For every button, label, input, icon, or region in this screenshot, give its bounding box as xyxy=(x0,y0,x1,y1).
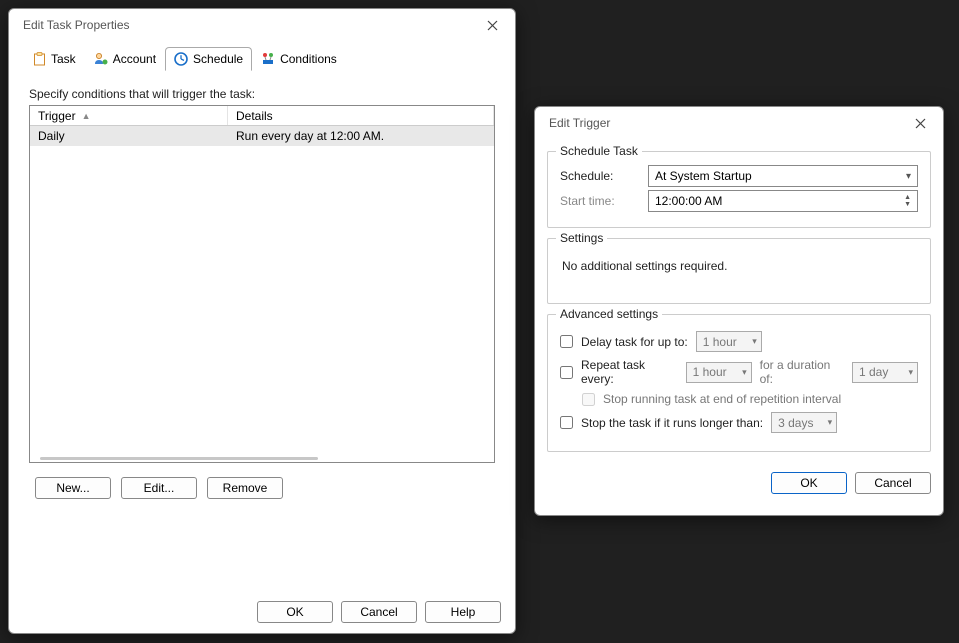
titlebar: Edit Trigger xyxy=(535,107,943,139)
delay-select[interactable]: 1 hour▾ xyxy=(696,331,762,352)
close-button[interactable] xyxy=(905,112,935,134)
window-title: Edit Trigger xyxy=(549,116,610,130)
repeat-checkbox[interactable] xyxy=(560,366,573,379)
column-details[interactable]: Details xyxy=(228,106,494,125)
tab-task-label: Task xyxy=(51,52,76,66)
close-button[interactable] xyxy=(477,14,507,36)
chevron-down-icon: ▾ xyxy=(908,367,913,378)
help-button[interactable]: Help xyxy=(425,601,501,623)
ok-button[interactable]: OK xyxy=(771,472,847,494)
trigger-table[interactable]: Trigger ▲ Details Daily Run every day at… xyxy=(29,105,495,463)
delay-label: Delay task for up to: xyxy=(581,335,688,349)
edit-trigger-window: Edit Trigger Schedule Task Schedule: At … xyxy=(534,106,944,516)
duration-label: for a duration of: xyxy=(760,358,844,386)
close-icon xyxy=(487,20,498,31)
tab-account[interactable]: Account xyxy=(85,47,165,71)
settings-group: Settings No additional settings required… xyxy=(547,238,931,304)
chevron-down-icon: ▾ xyxy=(742,367,747,378)
repeat-label: Repeat task every: xyxy=(581,358,678,386)
tab-schedule-label: Schedule xyxy=(193,52,243,66)
duration-select[interactable]: 1 day▾ xyxy=(852,362,918,383)
tab-conditions-label: Conditions xyxy=(280,52,337,66)
schedule-task-group: Schedule Task Schedule: At System Startu… xyxy=(547,151,931,228)
spinner-icon[interactable]: ▲▼ xyxy=(904,194,911,208)
conditions-icon xyxy=(261,52,275,66)
tab-task[interactable]: Task xyxy=(23,47,85,71)
settings-text: No additional settings required. xyxy=(560,249,918,291)
schedule-task-legend: Schedule Task xyxy=(556,144,642,158)
chevron-down-icon: ▾ xyxy=(828,417,833,428)
start-time-input[interactable]: 12:00:00 AM ▲▼ xyxy=(648,190,918,212)
advanced-legend: Advanced settings xyxy=(556,307,662,321)
tab-schedule[interactable]: Schedule xyxy=(165,47,252,71)
titlebar: Edit Task Properties xyxy=(9,9,515,41)
column-trigger[interactable]: Trigger ▲ xyxy=(30,106,228,125)
edit-task-properties-window: Edit Task Properties Task Account Schedu… xyxy=(8,8,516,634)
start-time-label: Start time: xyxy=(560,194,638,208)
delay-checkbox[interactable] xyxy=(560,335,573,348)
cancel-button[interactable]: Cancel xyxy=(341,601,417,623)
chevron-down-icon: ▾ xyxy=(906,171,911,182)
stop-end-checkbox xyxy=(582,393,595,406)
close-icon xyxy=(915,118,926,129)
tab-conditions[interactable]: Conditions xyxy=(252,47,346,71)
stop-end-label: Stop running task at end of repetition i… xyxy=(603,392,841,406)
cancel-button[interactable]: Cancel xyxy=(855,472,931,494)
tab-account-label: Account xyxy=(113,52,156,66)
schedule-icon xyxy=(174,52,188,66)
tab-bar: Task Account Schedule Conditions xyxy=(23,47,501,71)
table-row[interactable]: Daily Run every day at 12:00 AM. xyxy=(30,126,494,146)
ok-button[interactable]: OK xyxy=(257,601,333,623)
sort-asc-icon: ▲ xyxy=(82,111,91,121)
stop-long-checkbox[interactable] xyxy=(560,416,573,429)
task-icon xyxy=(32,52,46,66)
schedule-label: Schedule: xyxy=(560,169,638,183)
settings-legend: Settings xyxy=(556,231,607,245)
horizontal-scrollbar[interactable] xyxy=(40,457,318,460)
window-title: Edit Task Properties xyxy=(23,18,130,32)
stop-long-select[interactable]: 3 days▾ xyxy=(771,412,837,433)
remove-button[interactable]: Remove xyxy=(207,477,283,499)
new-button[interactable]: New... xyxy=(35,477,111,499)
chevron-down-icon: ▾ xyxy=(752,336,757,347)
advanced-settings-group: Advanced settings Delay task for up to: … xyxy=(547,314,931,452)
instruction-label: Specify conditions that will trigger the… xyxy=(29,87,495,101)
cell-trigger: Daily xyxy=(30,129,228,143)
cell-details: Run every day at 12:00 AM. xyxy=(228,129,494,143)
edit-button[interactable]: Edit... xyxy=(121,477,197,499)
account-icon xyxy=(94,52,108,66)
schedule-select[interactable]: At System Startup ▾ xyxy=(648,165,918,187)
stop-long-label: Stop the task if it runs longer than: xyxy=(581,416,763,430)
repeat-select[interactable]: 1 hour▾ xyxy=(686,362,752,383)
